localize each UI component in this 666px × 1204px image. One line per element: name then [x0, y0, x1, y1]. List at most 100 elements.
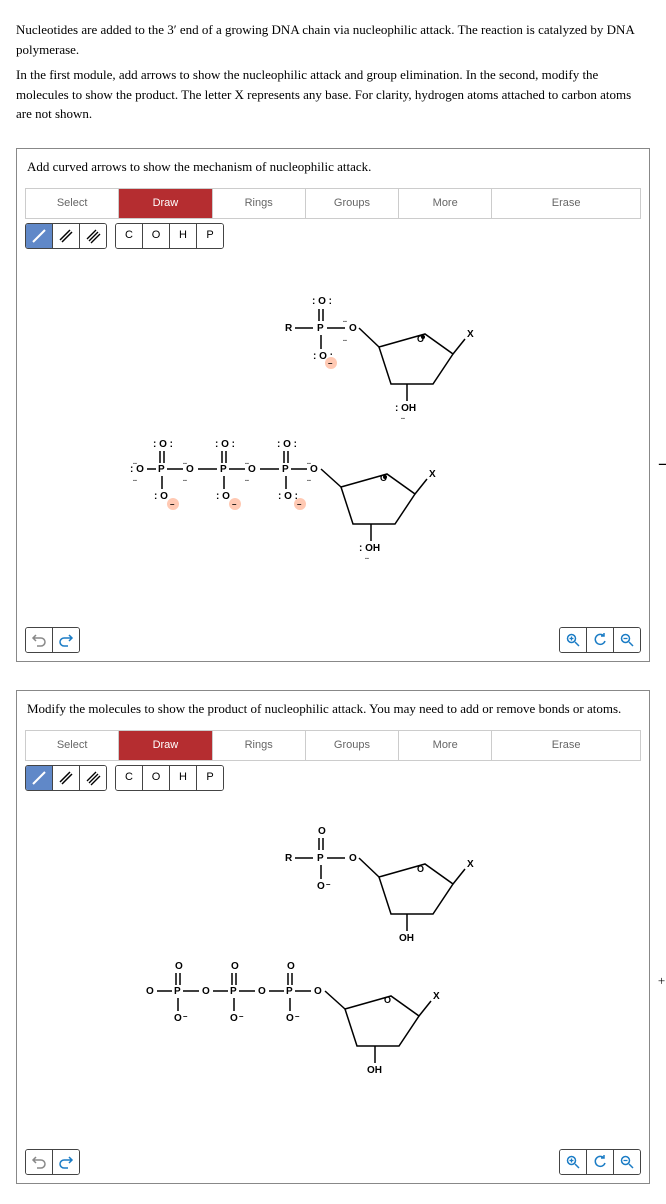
svg-text:X: X: [467, 859, 474, 870]
svg-text:..: ..: [183, 476, 187, 483]
svg-text:: O: : O: [216, 491, 230, 502]
svg-text:: O: : O: [154, 491, 168, 502]
zoom-out-button-2[interactable]: [614, 1150, 640, 1174]
atom-h-button[interactable]: H: [170, 224, 197, 248]
atom-h-button-2[interactable]: H: [170, 766, 197, 790]
zoom-group-1: [559, 627, 641, 653]
svg-text:R: R: [285, 323, 293, 334]
svg-text:: O :: : O :: [215, 439, 235, 450]
arrow-icon: →: [653, 439, 666, 481]
svg-text:P: P: [230, 986, 237, 997]
tab-rings-2[interactable]: Rings: [213, 731, 306, 760]
tab-groups-2[interactable]: Groups: [306, 731, 399, 760]
svg-text:O: O: [174, 1013, 182, 1024]
svg-text:O: O: [186, 464, 194, 475]
tab-rings[interactable]: Rings: [213, 189, 306, 218]
history-group-2: [25, 1149, 80, 1175]
canvas-2[interactable]: O R P O O – O X OH: [25, 801, 641, 1141]
svg-text:P: P: [317, 323, 324, 334]
intro-paragraph-2: In the first module, add arrows to show …: [16, 65, 650, 124]
svg-text:O: O: [248, 464, 256, 475]
svg-text:..: ..: [183, 459, 187, 466]
svg-text:O: O: [417, 864, 424, 874]
tab-more[interactable]: More: [399, 189, 492, 218]
svg-text:O: O: [310, 464, 318, 475]
svg-text:–: –: [183, 1012, 188, 1021]
atom-c-button[interactable]: C: [116, 224, 143, 248]
bond-double-button[interactable]: [53, 224, 80, 248]
svg-text:O: O: [384, 995, 391, 1005]
panel1-title: Add curved arrows to show the mechanism …: [17, 149, 649, 185]
svg-text:X: X: [433, 991, 440, 1002]
toolbar-2: Select Draw Rings Groups More Erase: [25, 730, 641, 761]
tab-groups[interactable]: Groups: [306, 189, 399, 218]
tab-select[interactable]: Select: [26, 189, 119, 218]
bond-single-button-2[interactable]: [26, 766, 53, 790]
bond-group: [25, 223, 107, 249]
svg-text:O: O: [314, 986, 322, 997]
svg-text:P: P: [174, 986, 181, 997]
svg-text:O: O: [287, 961, 295, 972]
svg-text:: OH: : OH: [359, 543, 380, 554]
svg-text:–: –: [232, 500, 237, 509]
subtoolbar-2: C O H P: [25, 765, 641, 791]
svg-text:: O :: : O :: [278, 491, 298, 502]
svg-text:OH: OH: [367, 1065, 382, 1076]
svg-text:O: O: [258, 986, 266, 997]
svg-text:: O :: : O :: [277, 439, 297, 450]
zoom-in-button-2[interactable]: [560, 1150, 587, 1174]
svg-text:O: O: [349, 853, 357, 864]
svg-text:OH: OH: [399, 933, 414, 944]
panel-mechanism: Add curved arrows to show the mechanism …: [16, 148, 650, 662]
zoom-out-button[interactable]: [614, 628, 640, 652]
svg-text:–: –: [295, 1012, 300, 1021]
svg-text:..: ..: [343, 336, 347, 343]
svg-text:O: O: [202, 986, 210, 997]
tab-erase-2[interactable]: Erase: [492, 731, 640, 760]
bond-group-2: [25, 765, 107, 791]
bond-triple-button-2[interactable]: [80, 766, 106, 790]
svg-text:–: –: [170, 500, 175, 509]
svg-text:P: P: [282, 464, 289, 475]
atom-group: C O H P: [115, 223, 224, 249]
panel-product: Modify the molecules to show the product…: [16, 690, 650, 1184]
canvas-1[interactable]: : O : R P O .. .. : O : – O X: [25, 259, 641, 619]
bond-double-button-2[interactable]: [53, 766, 80, 790]
undo-button-2[interactable]: [26, 1150, 53, 1174]
zoom-reset-button[interactable]: [587, 628, 614, 652]
atom-c-button-2[interactable]: C: [116, 766, 143, 790]
svg-text:P: P: [220, 464, 227, 475]
redo-button-2[interactable]: [53, 1150, 79, 1174]
svg-text:X: X: [467, 329, 474, 340]
top-nucleotide: : O : R P O .. .. : O : – O X: [285, 296, 474, 421]
atom-o-button-2[interactable]: O: [143, 766, 170, 790]
zoom-in-button[interactable]: [560, 628, 587, 652]
svg-text:O: O: [231, 961, 239, 972]
redo-button[interactable]: [53, 628, 79, 652]
svg-text:P: P: [158, 464, 165, 475]
svg-text:O: O: [230, 1013, 238, 1024]
atom-o-button[interactable]: O: [143, 224, 170, 248]
svg-text:O: O: [286, 1013, 294, 1024]
tab-draw[interactable]: Draw: [119, 189, 212, 218]
bottom-nucleotide: : O : : O .. .. P O .. .. : O –: [130, 439, 436, 561]
svg-text:–: –: [297, 500, 302, 509]
tab-erase[interactable]: Erase: [492, 189, 640, 218]
svg-text:O: O: [317, 881, 325, 892]
svg-text:..: ..: [133, 476, 137, 483]
undo-button[interactable]: [26, 628, 53, 652]
atom-p-button[interactable]: P: [197, 224, 223, 248]
svg-text:O: O: [380, 473, 387, 483]
intro-paragraph-1: Nucleotides are added to the 3′ end of a…: [16, 20, 650, 59]
tab-draw-2[interactable]: Draw: [119, 731, 212, 760]
tab-more-2[interactable]: More: [399, 731, 492, 760]
svg-text:..: ..: [307, 476, 311, 483]
panel2-title: Modify the molecules to show the product…: [17, 691, 649, 727]
atom-group-2: C O H P: [115, 765, 224, 791]
bond-single-button[interactable]: [26, 224, 53, 248]
tab-select-2[interactable]: Select: [26, 731, 119, 760]
bond-triple-button[interactable]: [80, 224, 106, 248]
zoom-reset-button-2[interactable]: [587, 1150, 614, 1174]
atom-p-button-2[interactable]: P: [197, 766, 223, 790]
bottom-nucleotide-2: O O P O O– O P: [146, 961, 440, 1076]
